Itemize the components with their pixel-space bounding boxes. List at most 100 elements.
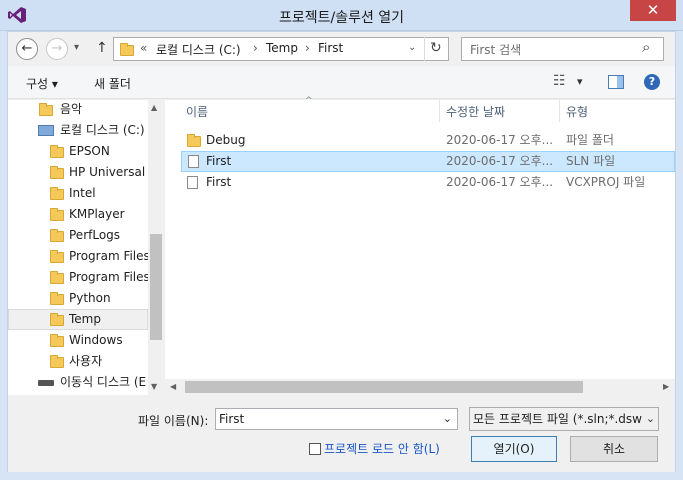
- tree-item-label: Program Files (: [69, 270, 148, 284]
- filename-input[interactable]: First ⌄: [215, 408, 458, 430]
- tree-item-local-disk[interactable]: 로컬 디스크 (C:): [8, 120, 148, 141]
- folder-icon: [187, 134, 201, 147]
- folder-icon: [50, 208, 64, 221]
- file-name: Debug: [206, 133, 246, 147]
- no-load-label[interactable]: 프로젝트 로드 안 함(L): [324, 440, 440, 457]
- tree-item-label: EPSON: [69, 144, 110, 158]
- tree-item-label: Temp: [69, 312, 101, 326]
- tree-item-windows[interactable]: Windows: [8, 330, 148, 351]
- drive-icon: [38, 125, 54, 136]
- forward-button[interactable]: →: [46, 38, 68, 60]
- breadcrumb-separator[interactable]: ›: [253, 41, 258, 55]
- folder-icon: [120, 43, 134, 56]
- tree-scroll-thumb[interactable]: [150, 234, 162, 340]
- sort-indicator-icon: ^: [305, 96, 313, 106]
- no-load-checkbox[interactable]: [309, 443, 321, 455]
- tree-item-label: Program Files: [69, 249, 148, 263]
- file-type: SLN 파일: [566, 154, 616, 168]
- tree-item-label: 사용자: [69, 354, 103, 368]
- new-folder-button[interactable]: 새 폴더: [94, 75, 131, 92]
- tree-item-label: 음악: [60, 102, 83, 116]
- column-header-name[interactable]: 이름: [186, 102, 208, 122]
- scroll-left-arrow[interactable]: ◀: [170, 382, 176, 391]
- tree-item-label: Windows: [69, 333, 123, 347]
- search-input[interactable]: First 검색: [470, 41, 521, 58]
- refresh-icon[interactable]: ↻: [430, 40, 442, 56]
- column-divider[interactable]: [559, 100, 560, 122]
- tree-item-hp-universal[interactable]: HP Universal P: [8, 162, 148, 183]
- file-row-first-sln[interactable]: First 2020-06-17 오후... SLN 파일: [181, 151, 675, 172]
- folder-icon: [50, 313, 64, 326]
- tree-item-label: Intel: [69, 186, 96, 200]
- close-button[interactable]: ✕: [630, 0, 676, 21]
- breadcrumb-item[interactable]: 로컬 디스크 (C:): [156, 41, 241, 58]
- filename-dropdown-icon[interactable]: ⌄: [443, 409, 452, 429]
- tree-item-kmplayer[interactable]: KMPlayer: [8, 204, 148, 225]
- file-name: First: [206, 154, 232, 168]
- column-header-modified[interactable]: 수정한 날짜: [446, 102, 505, 122]
- tree-item-intel[interactable]: Intel: [8, 183, 148, 204]
- tree-item-label: Python: [69, 291, 111, 305]
- hscroll-thumb[interactable]: [185, 381, 583, 393]
- tree-item-program-files[interactable]: Program Files: [8, 246, 148, 267]
- file-type: 파일 폴더: [566, 133, 614, 147]
- folder-icon: [50, 334, 64, 347]
- folder-icon: [50, 250, 64, 263]
- folder-icon: [50, 187, 64, 200]
- folder-tree: 음악 로컬 디스크 (C:) EPSON HP Universal P Inte…: [8, 100, 148, 395]
- cancel-button[interactable]: 취소: [570, 436, 658, 462]
- file-modified: 2020-06-17 오후...: [446, 154, 554, 168]
- breadcrumb-item[interactable]: Temp: [266, 41, 298, 55]
- file-name: First: [206, 175, 232, 189]
- tree-item-python[interactable]: Python: [8, 288, 148, 309]
- address-dropdown-icon[interactable]: ⌄: [408, 42, 416, 53]
- column-header-type[interactable]: 유형: [566, 102, 588, 122]
- back-button[interactable]: ←: [16, 38, 38, 60]
- folder-icon: [50, 166, 64, 179]
- view-dropdown-icon[interactable]: ▾: [577, 75, 583, 88]
- file-row-debug[interactable]: Debug 2020-06-17 오후... 파일 폴더: [181, 130, 675, 151]
- scroll-up-arrow[interactable]: ▲: [151, 103, 157, 112]
- view-icon[interactable]: ☷: [553, 73, 566, 89]
- folder-icon: [50, 292, 64, 305]
- folder-icon: [50, 145, 64, 158]
- column-divider[interactable]: [439, 100, 440, 122]
- scroll-right-arrow[interactable]: ▶: [663, 382, 669, 391]
- file-modified: 2020-06-17 오후...: [446, 133, 554, 147]
- window-title: 프로젝트/솔루션 열기: [278, 10, 405, 26]
- search-icon[interactable]: ⌕: [642, 38, 650, 56]
- breadcrumb-separator[interactable]: ›: [305, 41, 310, 55]
- tree-item-removable-disk[interactable]: 이동식 디스크 (E: [8, 372, 148, 393]
- filter-dropdown-icon[interactable]: ⌄: [643, 412, 658, 428]
- tree-item-music[interactable]: 음악: [8, 99, 148, 120]
- preview-pane-icon[interactable]: [608, 75, 624, 89]
- filename-label: 파일 이름(N):: [138, 414, 209, 428]
- file-type-filter-select[interactable]: 모든 프로젝트 파일 (*.sln;*.dsw: [469, 407, 659, 431]
- help-icon[interactable]: ?: [644, 74, 660, 90]
- file-type: VCXPROJ 파일: [566, 175, 646, 189]
- tree-item-label: 이동식 디스크 (E: [60, 375, 147, 389]
- open-button[interactable]: 열기(O): [471, 436, 557, 462]
- tree-item-label: 로컬 디스크 (C:): [60, 123, 145, 137]
- sln-file-icon: [188, 155, 199, 168]
- vcxproj-file-icon: [187, 176, 198, 189]
- tree-item-label: HP Universal P: [69, 165, 148, 179]
- removable-drive-icon: [38, 380, 54, 386]
- tree-item-users[interactable]: 사용자: [8, 351, 148, 372]
- tree-item-label: PerfLogs: [69, 228, 121, 242]
- breadcrumb-item[interactable]: First: [318, 41, 343, 55]
- organize-button[interactable]: 구성 ▾: [26, 75, 58, 92]
- file-type-filter-value: 모든 프로젝트 파일 (*.sln;*.dsw: [473, 412, 642, 426]
- file-modified: 2020-06-17 오후...: [446, 175, 554, 189]
- divider: [424, 37, 425, 61]
- breadcrumb-overflow[interactable]: «: [140, 41, 147, 55]
- music-folder-icon: [39, 103, 53, 116]
- scroll-down-arrow[interactable]: ▼: [151, 382, 157, 391]
- tree-item-temp[interactable]: Temp: [8, 309, 148, 330]
- tree-item-epson[interactable]: EPSON: [8, 141, 148, 162]
- file-row-first-vcxproj[interactable]: First 2020-06-17 오후... VCXPROJ 파일: [181, 172, 675, 193]
- tree-item-perflogs[interactable]: PerfLogs: [8, 225, 148, 246]
- up-button[interactable]: ↑: [96, 40, 108, 56]
- tree-item-program-files-x86[interactable]: Program Files (: [8, 267, 148, 288]
- recent-dropdown-icon[interactable]: ▾: [74, 42, 79, 53]
